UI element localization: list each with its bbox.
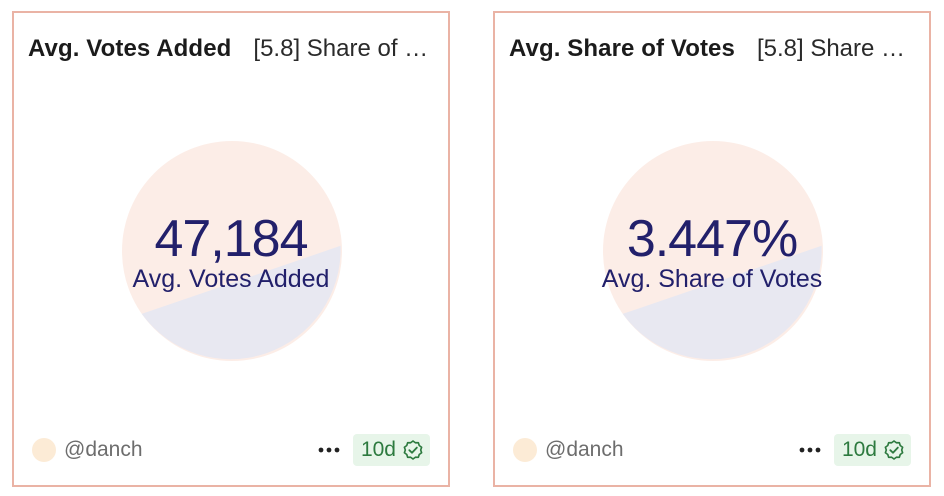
ellipsis-icon: [799, 447, 821, 453]
refresh-status-badge[interactable]: 10d: [833, 434, 911, 466]
avatar[interactable]: [32, 438, 56, 462]
badge-label: 10d: [841, 438, 877, 461]
author-handle[interactable]: @danch: [64, 438, 315, 462]
author-handle[interactable]: @danch: [545, 438, 796, 462]
metric-display: 3.447% Avg. Share of Votes: [495, 211, 929, 293]
metric-label: Avg. Share of Votes: [601, 265, 823, 293]
ellipsis-icon: [318, 447, 340, 453]
card-title[interactable]: Avg. Share of Votes: [509, 35, 735, 63]
more-options-button[interactable]: [315, 436, 343, 464]
card-header: Avg. Share of Votes [5.8] Share of Votes: [509, 33, 913, 65]
card-title[interactable]: Avg. Votes Added: [28, 35, 231, 63]
card-subtitle[interactable]: [5.8] Share of Votes: [757, 35, 913, 63]
avatar[interactable]: [513, 438, 537, 462]
verified-check-icon: [402, 439, 424, 461]
metric-value: 47,184: [154, 210, 308, 268]
refresh-status-badge[interactable]: 10d: [352, 434, 430, 466]
card-header: Avg. Votes Added [5.8] Share of Votes: [28, 33, 432, 65]
badge-label: 10d: [360, 438, 396, 461]
metric-card-share-of-votes[interactable]: Avg. Share of Votes [5.8] Share of Votes…: [493, 11, 931, 487]
metric-display: 47,184 Avg. Votes Added: [14, 211, 448, 293]
metric-label: Avg. Votes Added: [132, 265, 330, 293]
verified-check-icon: [883, 439, 905, 461]
card-footer: @danch 10d: [513, 433, 911, 467]
more-options-button[interactable]: [796, 436, 824, 464]
metric-card-votes-added[interactable]: Avg. Votes Added [5.8] Share of Votes 47…: [12, 11, 450, 487]
card-footer: @danch 10d: [32, 433, 430, 467]
metric-value: 3.447%: [626, 210, 798, 268]
card-subtitle[interactable]: [5.8] Share of Votes: [253, 35, 432, 63]
